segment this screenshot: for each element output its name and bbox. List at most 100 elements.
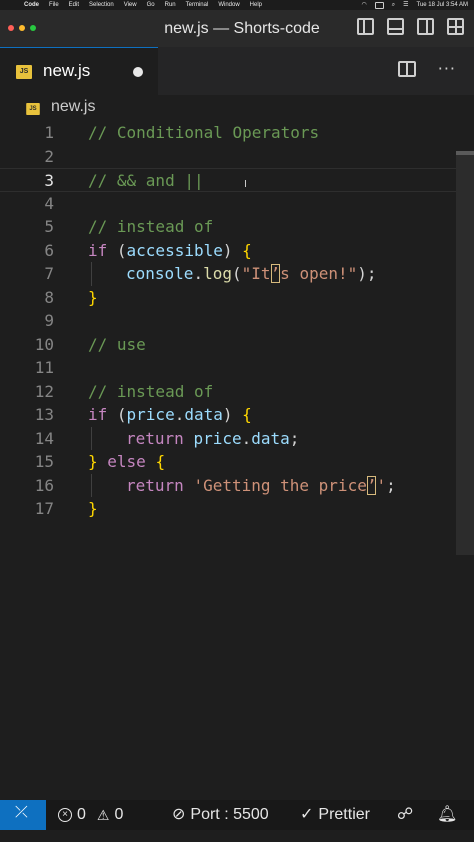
search-icon[interactable]: ⌕ [392,0,395,10]
customize-layout-icon[interactable] [447,18,464,35]
code-token: return [126,428,184,448]
status-bar: ⤫ × 0 ⚠ 0 ⊘ Port : 5500 ✓ Prettier ☍ 🔔︎ [0,800,474,830]
code-token: ( [231,264,242,283]
editor-actions: ··· [397,61,456,77]
javascript-file-icon: JS [26,103,40,115]
line-number: 2 [44,146,54,166]
port-label: Port : 5500 [190,806,269,823]
code-token: if [88,405,108,424]
toggle-panel-icon[interactable] [387,18,404,35]
menu-view[interactable]: View [124,0,137,10]
menu-window[interactable]: Window [218,0,239,10]
code-line: 11 [0,356,474,380]
code-token: ( [107,240,127,260]
menu-selection[interactable]: Selection [89,0,114,10]
feedback-button[interactable]: ☍ [397,800,413,830]
line-number: 4 [44,193,54,213]
overview-ruler-mark [456,151,474,155]
code-line: 1 // Conditional Operators [0,121,474,145]
code-token: ) [222,405,243,424]
code-token: ' [376,475,387,495]
code-line: 17 } [0,497,474,521]
line-number: 11 [34,358,54,377]
battery-icon[interactable] [374,1,384,9]
problems-indicator[interactable]: × 0 ⚠ 0 [58,800,123,830]
prettier-status[interactable]: ✓ Prettier [300,800,370,830]
code-token: ; [386,475,396,495]
menu-bar: Code File Edit Selection View Go Run Ter… [0,0,474,10]
warning-count: 0 [114,806,124,823]
code-text: if (accessible) { [88,239,252,263]
notifications-button[interactable]: 🔔︎ [437,800,457,830]
code-token: { [155,452,166,471]
line-number: 13 [34,405,54,424]
line-number: 17 [34,499,54,518]
code-text: return price.data; [126,427,299,451]
menu-list: Code File Edit Selection View Go Run Ter… [24,0,262,10]
code-token: return [126,475,184,495]
wifi-icon[interactable]: ◠ [362,0,367,10]
code-text: if (price.data) { [88,403,252,427]
toggle-primary-sidebar-icon[interactable] [357,18,374,35]
code-token: log [203,264,232,283]
live-server-port[interactable]: ⊘ Port : 5500 [172,800,269,830]
menubar-status: ◠ ⌕ ☰ Tue 18 Jul 3:54 AM [362,0,468,10]
remote-icon: ⤫ [15,804,28,821]
code-token: ) [222,240,243,260]
unsaved-dot-icon[interactable] [133,67,143,77]
code-token: else [97,452,156,471]
code-text: // instead of [88,217,214,236]
code-text: } [88,499,98,518]
split-editor-icon[interactable] [397,61,416,77]
breadcrumb-file[interactable]: new.js [51,98,95,116]
line-number: 1 [44,123,54,142]
code-line: 14 return price.data; [0,427,474,451]
line-number: 5 [44,217,54,236]
vertical-scrollbar[interactable] [456,151,474,555]
line-number: 6 [44,240,54,260]
code-editor[interactable]: 1 // Conditional Operators 2 3 // && and… [0,121,474,800]
code-text: // instead of [88,381,214,401]
menu-terminal[interactable]: Terminal [186,0,209,10]
tab-new-js[interactable]: JS new.js [0,47,158,95]
menu-edit[interactable]: Edit [69,0,79,10]
code-token: { [242,240,252,260]
code-line: 4 [0,192,474,216]
code-line: 10 // use [0,333,474,357]
menu-go[interactable]: Go [147,0,155,10]
code-text: return 'Getting the price’'; [126,474,396,498]
code-token: s open!" [280,264,358,283]
menu-app[interactable]: Code [24,0,39,10]
remote-indicator[interactable]: ⤫ [0,800,46,830]
code-token: price [193,428,242,448]
code-text: // Conditional Operators [88,123,320,142]
code-token: . [174,405,185,424]
code-token: 'Getting the price [193,475,367,495]
code-token: "It [241,264,271,283]
text-cursor-icon: I [244,179,247,190]
code-token: data [251,428,290,448]
menu-file[interactable]: File [49,0,59,10]
menu-help[interactable]: Help [250,0,262,10]
port-icon: ⊘ [172,806,186,823]
code-line: 16 return 'Getting the price’'; [0,474,474,498]
editor-tab-bar: JS new.js ··· [0,47,474,95]
error-icon: × [58,808,72,822]
code-text: console.log("It’s open!"); [126,262,377,286]
clock-text[interactable]: Tue 18 Jul 3:54 AM [417,0,468,10]
code-line: 5 // instead of [0,215,474,239]
control-center-icon[interactable]: ☰ [403,0,408,10]
line-number: 10 [34,334,54,354]
check-icon: ✓ [300,806,314,823]
code-text: } [88,287,98,307]
breadcrumb: JS new.js [0,95,474,121]
menu-run[interactable]: Run [165,0,176,10]
more-actions-icon[interactable]: ··· [438,61,456,77]
toggle-secondary-sidebar-icon[interactable] [417,18,434,35]
code-line: 9 [0,309,474,333]
code-token: ); [357,264,377,283]
code-text: // use [88,334,146,354]
code-line: 8 } [0,286,474,310]
